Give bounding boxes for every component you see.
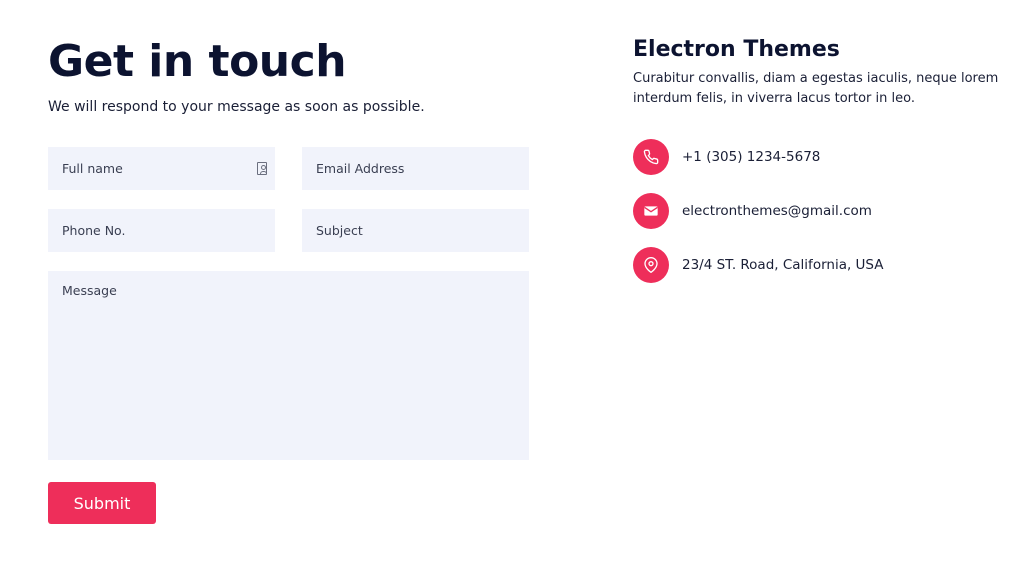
contact-address-text: 23/4 ST. Road, California, USA <box>682 257 884 273</box>
phone-field <box>48 209 275 252</box>
full-name-input[interactable] <box>48 147 275 190</box>
phone-icon <box>633 139 669 175</box>
email-field <box>302 147 529 190</box>
full-name-field <box>48 147 275 190</box>
phone-input[interactable] <box>48 209 275 252</box>
email-input[interactable] <box>302 147 529 190</box>
submit-button[interactable]: Submit <box>48 482 156 524</box>
contact-card-icon <box>257 162 267 175</box>
contact-email-row: electronthemes@gmail.com <box>633 193 872 229</box>
envelope-icon <box>633 193 669 229</box>
subject-input[interactable] <box>302 209 529 252</box>
page-subtitle: We will respond to your message as soon … <box>48 99 425 115</box>
contact-phone-text[interactable]: +1 (305) 1234-5678 <box>682 149 820 165</box>
page-title: Get in touch <box>48 36 347 87</box>
contact-address-row: 23/4 ST. Road, California, USA <box>633 247 884 283</box>
message-field <box>48 271 529 460</box>
message-textarea[interactable] <box>48 271 529 460</box>
company-name: Electron Themes <box>633 37 840 62</box>
contact-phone-row: +1 (305) 1234-5678 <box>633 139 820 175</box>
contact-email-text[interactable]: electronthemes@gmail.com <box>682 203 872 219</box>
subject-field <box>302 209 529 252</box>
location-pin-icon <box>633 247 669 283</box>
company-description: Curabitur convallis, diam a egestas iacu… <box>633 71 999 106</box>
